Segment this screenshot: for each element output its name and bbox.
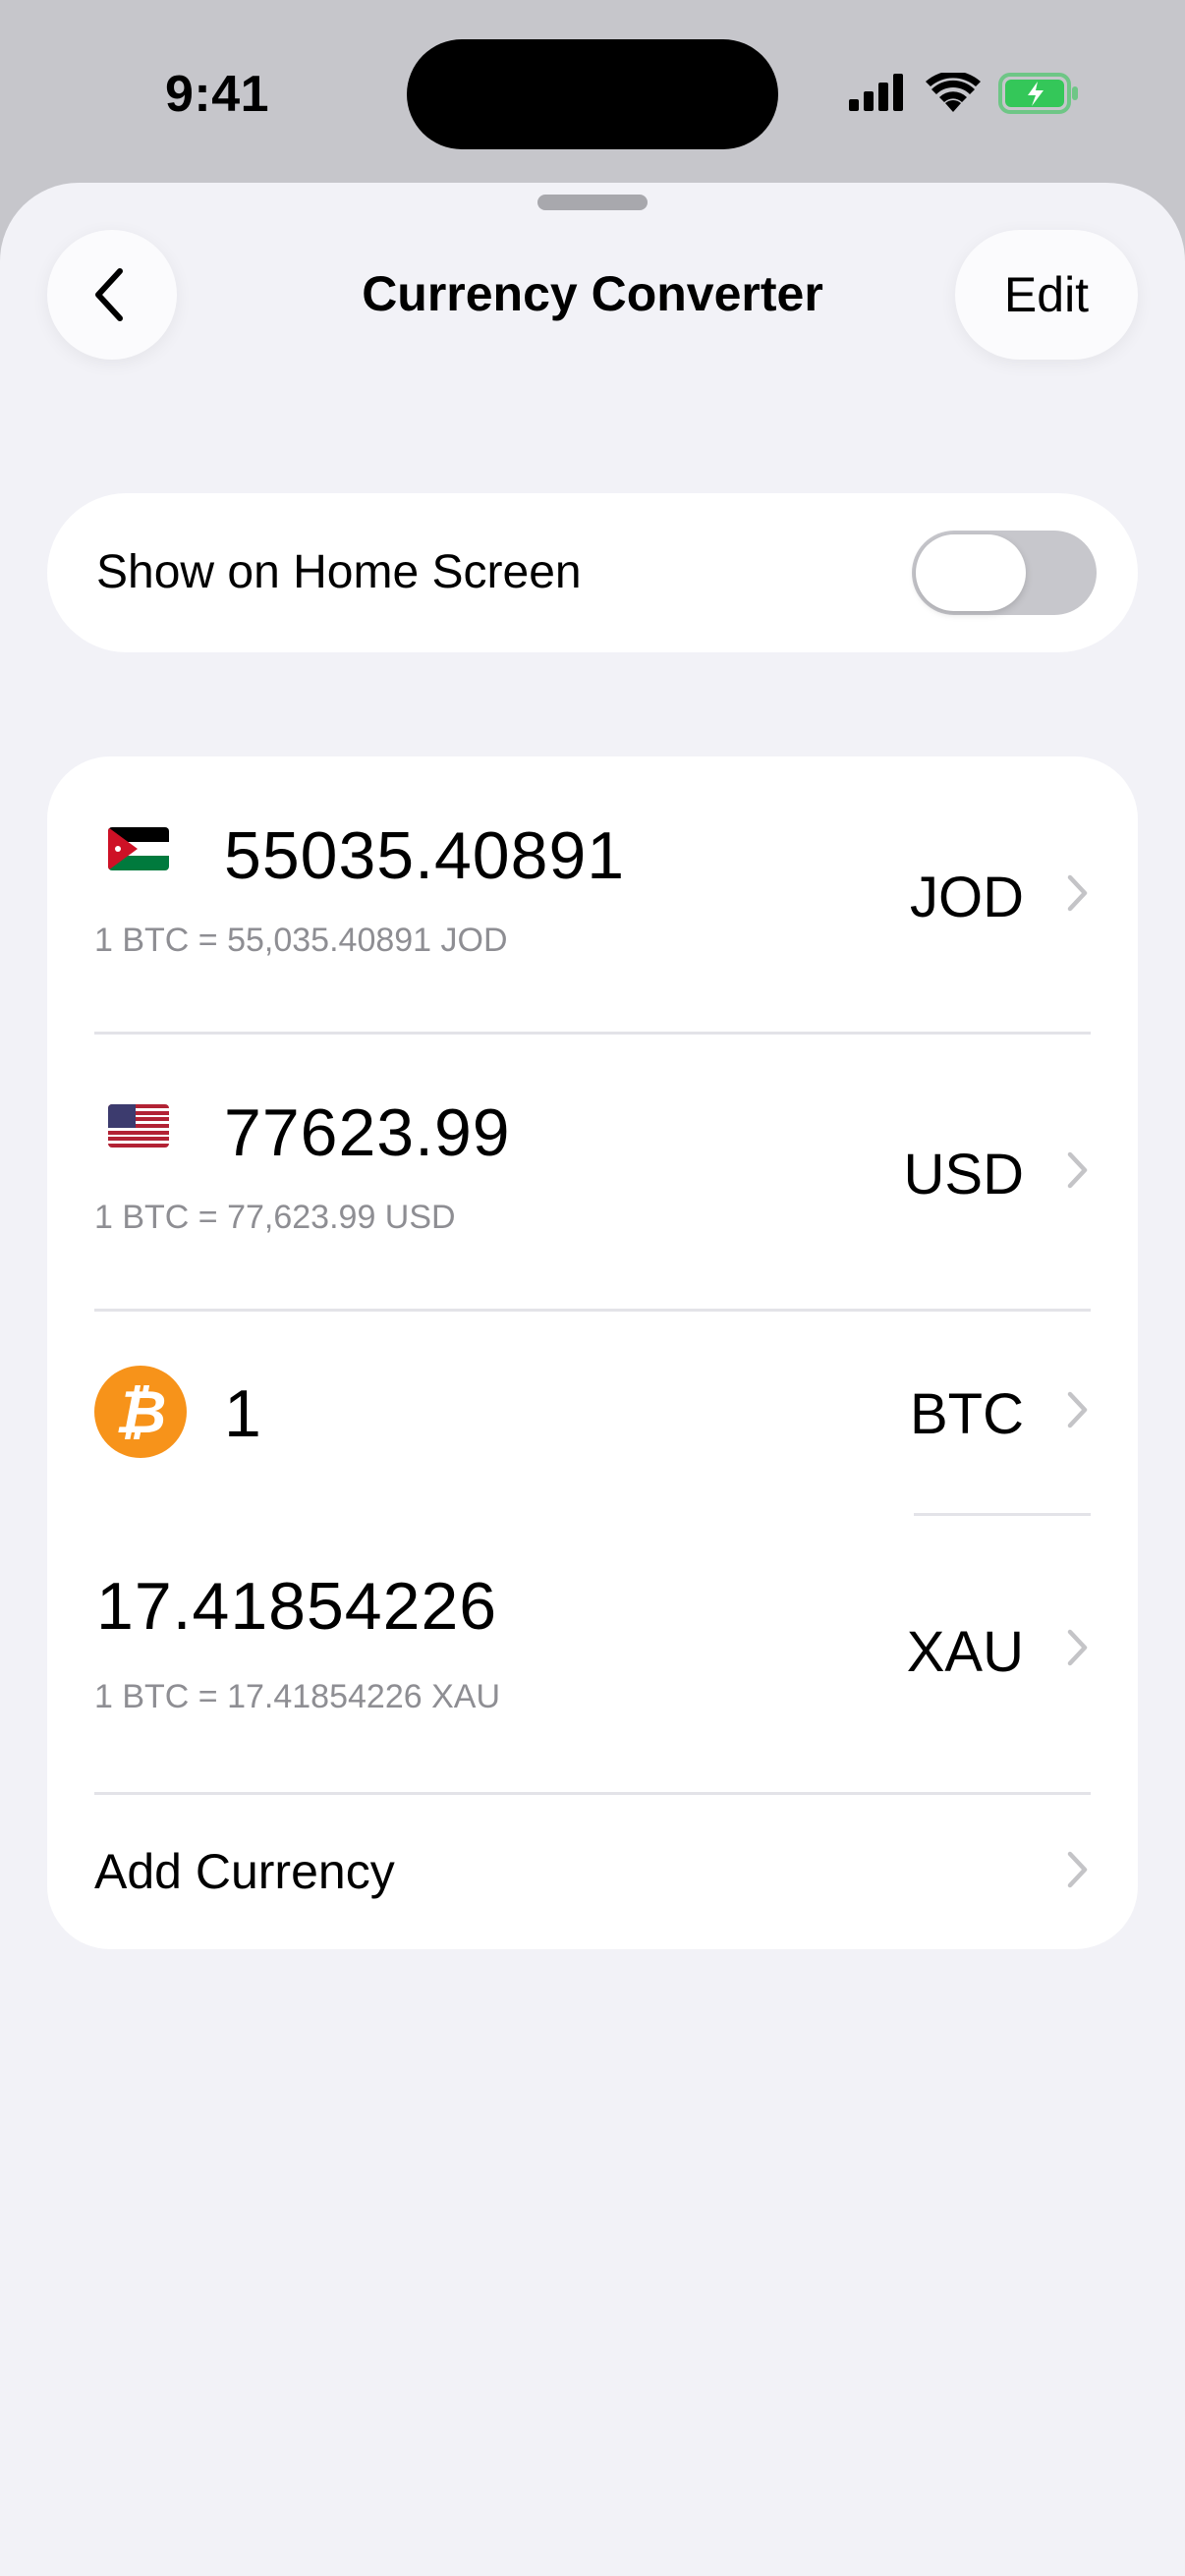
jordan-flag-icon [108,827,169,870]
sheet-grabber[interactable] [537,195,648,210]
conversion-rate: 1 BTC = 17.41854226 XAU [94,1678,500,1715]
conversion-rate: 1 BTC = 77,623.99 USD [94,1199,456,1236]
chevron-right-icon [1067,874,1088,912]
currency-row-xau[interactable]: 17.41854226 1 BTC = 17.41854226 XAU XAU [47,1515,1138,1795]
chevron-right-icon [1067,1391,1088,1428]
add-currency-label: Add Currency [94,1844,395,1899]
status-time: 9:41 [165,66,270,123]
currency-row-usd[interactable]: 77623.99 1 BTC = 77,623.99 USD USD [47,1034,1138,1312]
bitcoin-icon: ₿ [94,1366,187,1458]
currency-code: USD [903,1143,1024,1206]
currency-amount[interactable]: 1 [224,1375,262,1452]
status-bar: 9:41 [0,0,1185,187]
conversion-rate: 1 BTC = 55,035.40891 JOD [94,922,508,959]
battery-charging-icon [998,73,1078,114]
currency-code: XAU [906,1620,1024,1684]
toggle-knob [916,534,1026,611]
dynamic-island [407,39,778,149]
signal-icon [849,74,903,111]
currency-code: JOD [910,866,1024,929]
chevron-right-icon [1067,1851,1088,1888]
home-screen-label: Show on Home Screen [96,546,582,598]
edit-button[interactable]: Edit [955,230,1138,360]
sheet: Currency Converter Edit Show on Home Scr… [0,183,1185,2576]
currency-list: 55035.40891 1 BTC = 55,035.40891 JOD JOD [47,756,1138,1949]
currency-code: BTC [910,1382,1024,1446]
home-screen-setting: Show on Home Screen [47,493,1138,652]
add-currency-row[interactable]: Add Currency [47,1794,1138,1949]
currency-amount[interactable]: 55035.40891 [224,817,625,894]
currency-row-btc[interactable]: ₿ 1 BTC [47,1311,1138,1516]
chevron-right-icon [1067,1629,1088,1666]
wifi-icon [926,73,981,112]
home-screen-toggle[interactable] [912,531,1097,615]
chevron-right-icon [1067,1151,1088,1189]
us-flag-icon [108,1104,169,1148]
currency-row-jod[interactable]: 55035.40891 1 BTC = 55,035.40891 JOD JOD [47,756,1138,1035]
currency-amount[interactable]: 17.41854226 [96,1568,497,1645]
currency-amount[interactable]: 77623.99 [224,1094,511,1171]
